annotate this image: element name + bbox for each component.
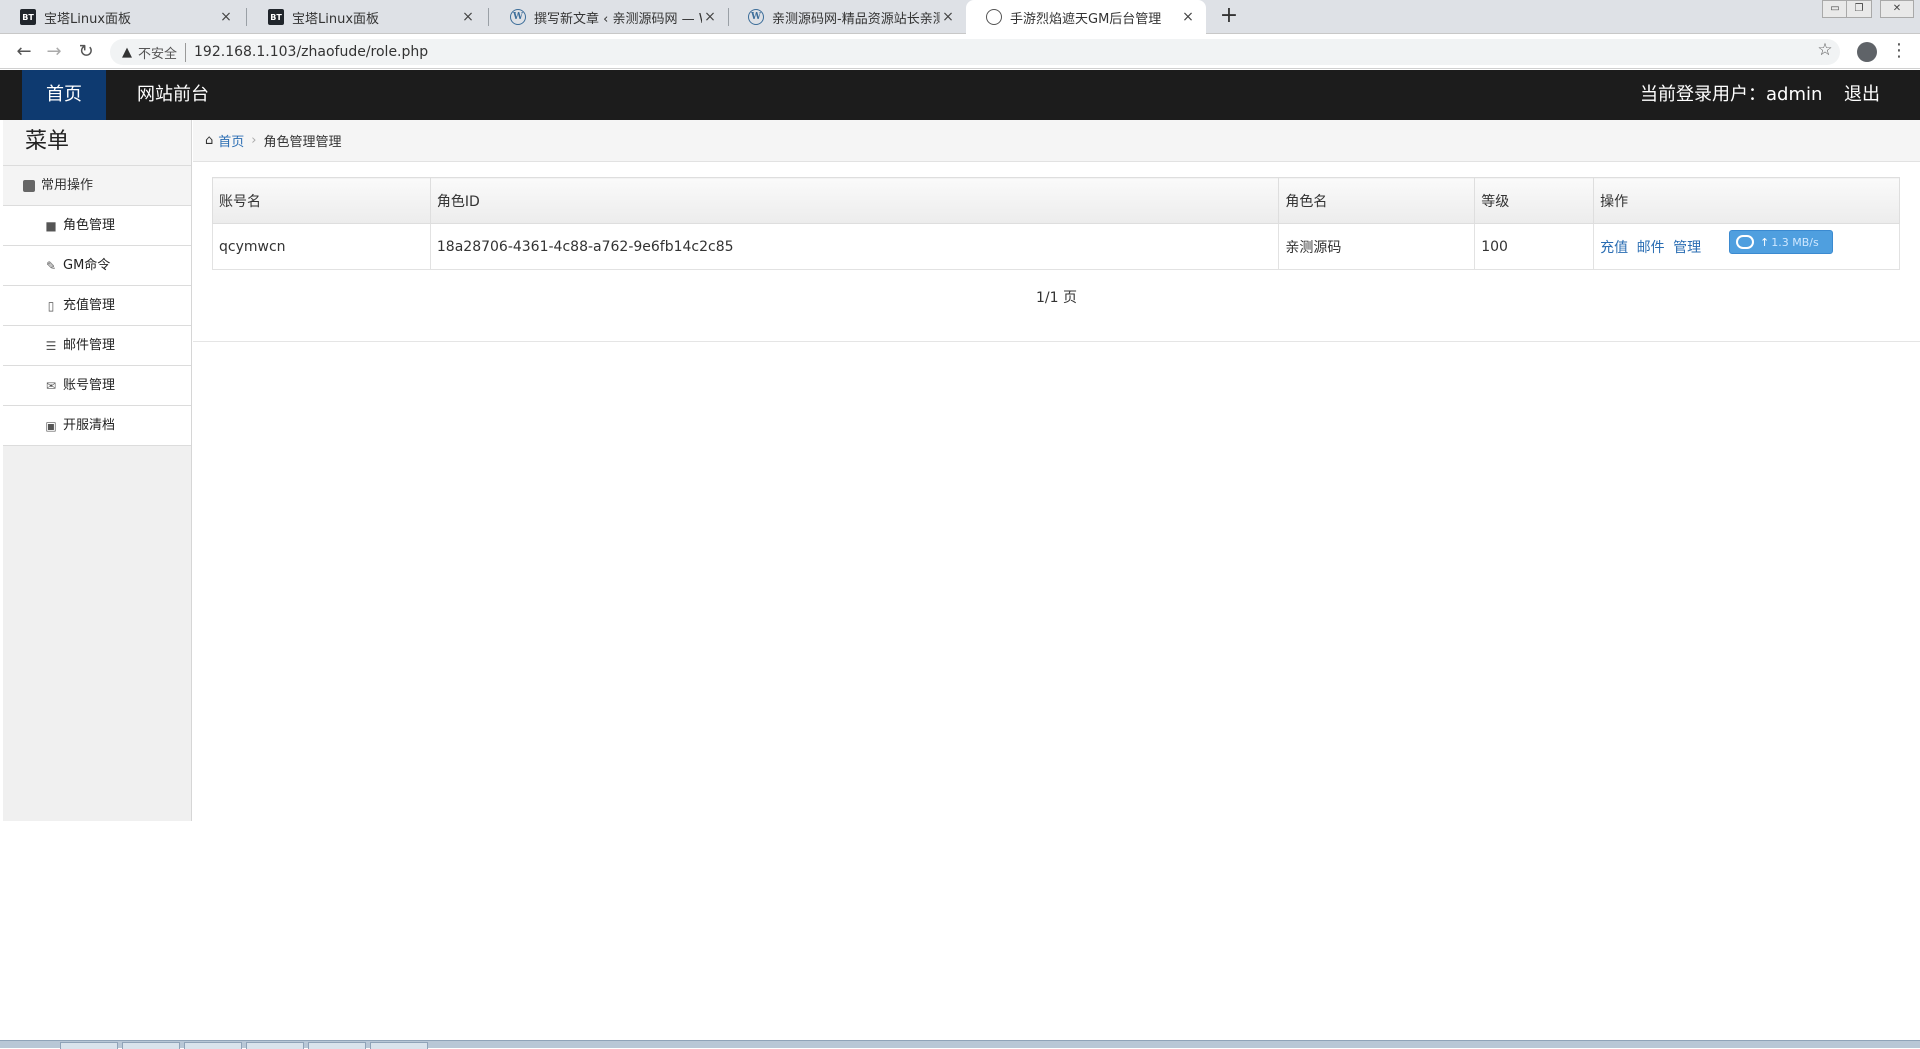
manage-link[interactable]: 管理: [1673, 240, 1701, 256]
role-table: 账号名 角色ID 角色名 等级 操作 qcymwcn 18a28706-4361…: [212, 177, 1900, 270]
upload-speed-widget[interactable]: ↑ 1.3 MB/s: [1729, 230, 1833, 254]
security-label[interactable]: 不安全: [138, 42, 187, 62]
url-text[interactable]: 192.168.1.103/zhaofude/role.php: [194, 44, 428, 60]
column-header-role-id: 角色ID: [429, 177, 1280, 224]
globe-icon: [986, 9, 1002, 25]
tab-close-icon[interactable]: ×: [218, 9, 234, 25]
main-panel: 账号名 角色ID 角色名 等级 操作 qcymwcn 18a28706-4361…: [193, 162, 1920, 342]
browser-tab-5-active[interactable]: 手游烈焰遮天GM后台管理 ×: [966, 0, 1206, 34]
pagination: 1/1 页: [1036, 290, 1077, 306]
browser-menu-icon[interactable]: ⋮: [1890, 40, 1908, 61]
upload-speed-text: 1.3 MB/s: [1771, 235, 1819, 249]
column-header-role-name: 角色名: [1278, 177, 1476, 224]
address-bar[interactable]: ▲ 不安全 192.168.1.103/zhaofude/role.php: [110, 39, 1840, 65]
sidebar-item-label: 充值管理: [63, 297, 116, 313]
new-tab-button[interactable]: +: [1216, 4, 1242, 30]
tab-title: 宝塔Linux面板: [292, 11, 380, 27]
picture-icon: ▣: [45, 418, 57, 433]
sidebar-item-label: GM命令: [63, 257, 111, 273]
group-icon: [23, 179, 35, 192]
profile-avatar-icon[interactable]: [1857, 42, 1877, 62]
os-taskbar: [0, 1040, 1920, 1049]
sidebar-item-recharge[interactable]: ▯ 充值管理: [3, 286, 191, 326]
cell-role-id: 18a28706-4361-4c88-a762-9e6fb14c2c85: [429, 223, 1280, 270]
sidebar-title: 菜单: [3, 120, 191, 166]
cell-level: 100: [1474, 223, 1595, 270]
browser-tab-1[interactable]: BT 宝塔Linux面板 ×: [0, 0, 244, 34]
recharge-link[interactable]: 充值: [1600, 240, 1628, 256]
wordpress-icon: W: [748, 9, 764, 25]
restore-icon[interactable]: ❐: [1846, 0, 1872, 18]
browser-tab-3[interactable]: W 撰写新文章 ‹ 亲测源码网 — Wo ×: [490, 0, 728, 34]
browser-tab-2[interactable]: BT 宝塔Linux面板 ×: [248, 0, 486, 34]
sidebar-item-label: 账号管理: [63, 377, 116, 393]
sidebar-group-common[interactable]: 常用操作: [3, 166, 191, 206]
envelope-icon: ✉: [45, 378, 57, 393]
tab-separator: [246, 8, 247, 26]
table-row: qcymwcn 18a28706-4361-4c88-a762-9e6fb14c…: [212, 223, 1900, 270]
browser-tab-strip: BT 宝塔Linux面板 × BT 宝塔Linux面板 × W 撰写新文章 ‹ …: [0, 0, 1920, 34]
video-icon: ■: [45, 218, 57, 233]
nav-home[interactable]: 首页: [22, 70, 106, 120]
window-close-icon[interactable]: ✕: [1880, 0, 1914, 18]
list-icon: ☰: [45, 338, 57, 353]
sidebar-item-label: 邮件管理: [63, 337, 116, 353]
tab-title: 手游烈焰遮天GM后台管理: [1010, 11, 1162, 27]
wordpress-icon: W: [510, 9, 526, 25]
arrow-up-icon: ↑: [1760, 235, 1770, 249]
logout-link[interactable]: 退出: [1844, 70, 1880, 120]
nav-frontend[interactable]: 网站前台: [113, 70, 233, 120]
tab-close-icon[interactable]: ×: [460, 9, 476, 25]
reload-icon[interactable]: ↻: [74, 40, 98, 64]
breadcrumb-separator: ›: [251, 133, 257, 148]
tab-separator: [488, 8, 489, 26]
warning-icon: ▲: [122, 44, 132, 60]
sidebar-item-reset[interactable]: ▣ 开服清档: [3, 406, 191, 446]
cell-role-name: 亲测源码: [1278, 223, 1476, 270]
mail-link[interactable]: 邮件: [1637, 240, 1665, 256]
minimize-icon[interactable]: ▭: [1822, 0, 1848, 18]
table-header-row: 账号名 角色ID 角色名 等级 操作: [212, 177, 1900, 224]
file-icon: ▯: [47, 298, 55, 313]
tab-title: 宝塔Linux面板: [44, 11, 132, 27]
breadcrumb-current: 角色管理管理: [263, 135, 342, 150]
cloud-icon: [1736, 235, 1754, 249]
column-header-account: 账号名: [212, 177, 431, 224]
column-header-level: 等级: [1474, 177, 1595, 224]
column-header-actions: 操作: [1593, 177, 1900, 224]
sidebar-item-label: 开服清档: [63, 417, 116, 433]
tab-close-icon[interactable]: ×: [702, 9, 718, 25]
home-icon: ⌂: [205, 133, 214, 148]
back-icon[interactable]: ←: [12, 40, 36, 64]
bt-icon: BT: [20, 9, 36, 25]
browser-tab-4[interactable]: W 亲测源码网-精品资源站长亲测 ×: [728, 0, 966, 34]
sidebar-group-label: 常用操作: [41, 177, 94, 193]
sidebar-item-role[interactable]: ■ 角色管理: [3, 206, 191, 246]
bt-icon: BT: [268, 9, 284, 25]
tab-title: 撰写新文章 ‹ 亲测源码网 — Wo: [534, 11, 702, 27]
tab-close-icon[interactable]: ×: [940, 9, 956, 25]
sidebar-item-mail[interactable]: ☰ 邮件管理: [3, 326, 191, 366]
sidebar: 菜单 常用操作 ■ 角色管理 ✎ GM命令 ▯ 充值管理 ☰ 邮件管理 ✉ 账号…: [3, 120, 192, 821]
current-user-label: 当前登录用户：admin: [1640, 84, 1823, 105]
browser-toolbar: ← → ↻ ▲ 不安全 192.168.1.103/zhaofude/role.…: [0, 35, 1920, 69]
cell-account: qcymwcn: [212, 223, 431, 270]
bookmark-star-icon[interactable]: ☆: [1815, 40, 1835, 60]
breadcrumb-home-link[interactable]: 首页: [218, 131, 244, 150]
wrench-icon: ✎: [45, 258, 57, 273]
sidebar-item-label: 角色管理: [63, 217, 116, 233]
tab-close-icon[interactable]: ×: [1180, 9, 1196, 25]
breadcrumb: ⌂ 首页 › 角色管理管理: [193, 120, 1920, 162]
forward-icon[interactable]: →: [42, 40, 66, 64]
top-navbar: 首页 网站前台 当前登录用户：admin 退出: [0, 70, 1920, 120]
tab-title: 亲测源码网-精品资源站长亲测: [772, 11, 940, 27]
sidebar-item-gm[interactable]: ✎ GM命令: [3, 246, 191, 286]
sidebar-item-account[interactable]: ✉ 账号管理: [3, 366, 191, 406]
